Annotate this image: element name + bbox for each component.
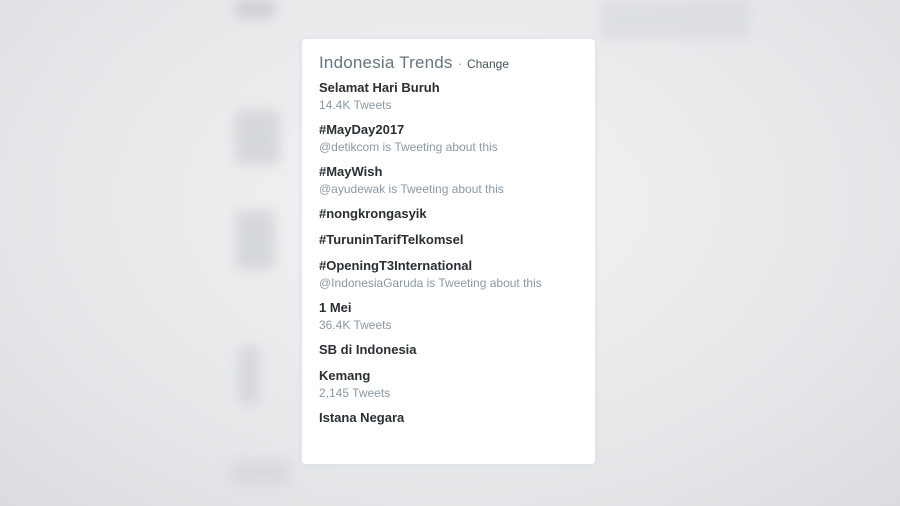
trend-meta: @detikcom is Tweeting about this	[319, 140, 498, 154]
trend-item[interactable]: SB di Indonesia	[319, 341, 579, 359]
trend-meta: @IndonesiaGaruda is Tweeting about this	[319, 276, 542, 290]
trend-item[interactable]: Istana Negara	[319, 409, 579, 427]
trend-name: Selamat Hari Buruh	[319, 80, 440, 95]
trend-meta: 2,145 Tweets	[319, 386, 391, 400]
background-blur-block	[235, 110, 280, 165]
trend-item[interactable]: #OpeningT3International @IndonesiaGaruda…	[319, 257, 579, 291]
trend-name: SB di Indonesia	[319, 342, 417, 357]
trend-item[interactable]: #TuruninTarifTelkomsel	[319, 231, 579, 249]
trend-name: #nongkrongasyik	[319, 206, 427, 221]
trend-item[interactable]: Kemang 2,145 Tweets	[319, 367, 579, 401]
trend-name: #MayDay2017	[319, 122, 405, 137]
trend-item[interactable]: #MayDay2017 @detikcom is Tweeting about …	[319, 121, 579, 155]
trend-item[interactable]: 1 Mei 36.4K Tweets	[319, 299, 579, 333]
trends-title: Indonesia Trends	[319, 53, 453, 72]
background-blur-block	[235, 210, 275, 270]
trend-name: Istana Negara	[319, 410, 405, 425]
trend-name: #TuruninTarifTelkomsel	[319, 232, 464, 247]
background-blur-block	[235, 0, 275, 18]
trend-item[interactable]: Selamat Hari Buruh 14.4K Tweets	[319, 79, 579, 113]
trend-meta: 36.4K Tweets	[319, 318, 392, 332]
trend-name: Kemang	[319, 368, 371, 383]
trends-header: Indonesia Trends · Change	[319, 53, 579, 73]
title-separator: ·	[457, 56, 462, 71]
background-blur-block	[230, 460, 290, 485]
trend-item[interactable]: #MayWish @ayudewak is Tweeting about thi…	[319, 163, 579, 197]
change-trends-link[interactable]: Change	[467, 57, 509, 71]
trend-name: #OpeningT3International	[319, 258, 473, 273]
background-blur-block	[600, 0, 750, 40]
trend-name: #MayWish	[319, 164, 383, 179]
trend-name: 1 Mei	[319, 300, 352, 315]
trend-meta: 14.4K Tweets	[319, 98, 392, 112]
trend-meta: @ayudewak is Tweeting about this	[319, 182, 504, 196]
background-blur-block	[238, 345, 260, 405]
trends-panel: Indonesia Trends · Change Selamat Hari B…	[301, 38, 596, 465]
trend-item[interactable]: #nongkrongasyik	[319, 205, 579, 223]
